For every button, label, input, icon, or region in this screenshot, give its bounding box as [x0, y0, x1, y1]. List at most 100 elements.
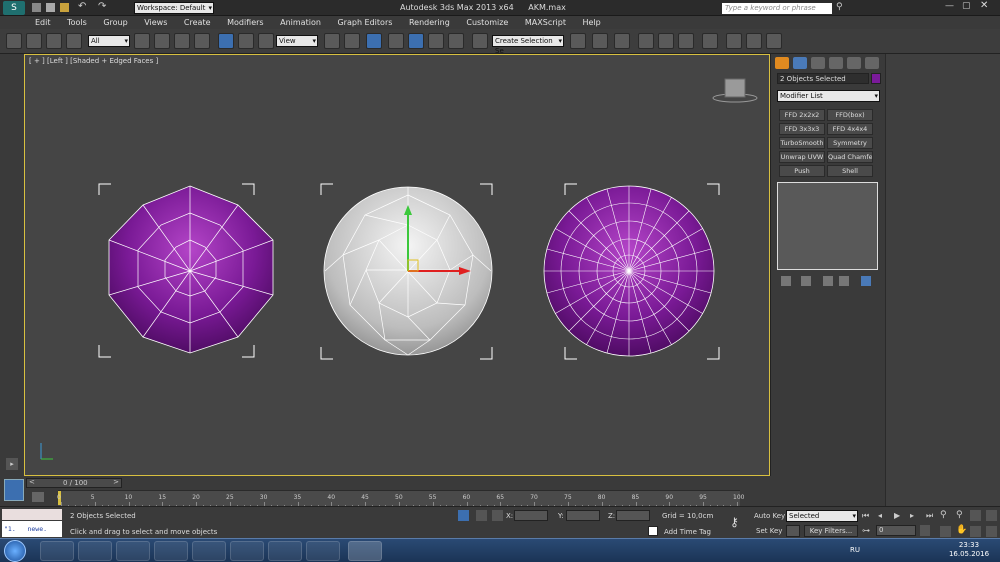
taskbar-skype-icon[interactable] — [230, 541, 264, 561]
hierarchy-tab-icon[interactable] — [811, 57, 825, 69]
menu-create[interactable]: Create — [177, 16, 218, 29]
percent-snap-icon[interactable] — [428, 33, 444, 49]
keyboard-shortcut-override-icon[interactable] — [366, 33, 382, 49]
make-unique-icon[interactable] — [823, 276, 833, 286]
viewcube-icon[interactable] — [712, 78, 758, 103]
expand-arrow-icon[interactable]: ▸ — [6, 458, 18, 470]
maximize-icon[interactable]: ▢ — [962, 1, 971, 11]
add-time-tag-text[interactable]: Add Time Tag — [664, 528, 711, 536]
edit-named-selection-icon[interactable] — [472, 33, 488, 49]
menu-customize[interactable]: Customize — [459, 16, 515, 29]
viewport-left[interactable]: [ + ] [Left ] [Shaded + Edged Faces ] — [24, 54, 770, 476]
search-icon[interactable]: ⚲ — [836, 2, 843, 12]
selection-color-swatch[interactable] — [871, 73, 881, 84]
maximize-viewport-icon[interactable] — [986, 526, 997, 537]
go-to-start-icon[interactable]: ⏮ — [862, 511, 869, 521]
field-of-view-icon[interactable] — [940, 526, 951, 537]
menu-views[interactable]: Views — [137, 16, 174, 29]
utilities-tab-icon[interactable] — [865, 57, 879, 69]
menu-help[interactable]: Help — [576, 16, 608, 29]
trackbar[interactable]: 0 5 10 15 20 25 30 35 40 45 50 55 60 65 70 75 80 85 90 95 10… — [57, 490, 744, 507]
select-and-rotate-icon[interactable] — [238, 33, 254, 49]
zoom-extents-icon[interactable] — [970, 510, 981, 521]
selected-set-dropdown[interactable]: Selected — [786, 510, 858, 522]
undo-icon[interactable]: ↶ — [78, 1, 86, 12]
previous-frame-icon[interactable]: ◂ — [878, 511, 882, 520]
modifier-ffd-box-button[interactable]: FFD(box) — [827, 109, 873, 121]
close-icon[interactable]: ✕ — [980, 0, 988, 11]
unlink-icon[interactable] — [26, 33, 42, 49]
layer-manager-icon[interactable] — [614, 33, 630, 49]
select-and-move-icon[interactable] — [218, 33, 234, 49]
isolate-selection-icon[interactable] — [458, 510, 469, 521]
key-mode-icon[interactable]: ⊶ — [862, 526, 870, 535]
graphite-ribbon-icon[interactable] — [638, 33, 654, 49]
selection-name-field[interactable]: 2 Objects Selected — [777, 73, 869, 84]
modifier-ffd-2x2x2-button[interactable]: FFD 2x2x2 — [779, 109, 825, 121]
window-crossing-icon[interactable] — [194, 33, 210, 49]
clock[interactable]: 23:33 16.05.2016 — [944, 541, 994, 559]
modifier-push-button[interactable]: Push — [779, 165, 825, 177]
modifier-stack-list[interactable] — [777, 182, 878, 270]
rectangle-selection-icon[interactable] — [174, 33, 190, 49]
menu-graph-editors[interactable]: Graph Editors — [330, 16, 399, 29]
current-frame-field[interactable]: 0 — [876, 525, 916, 536]
go-to-end-icon[interactable]: ⏭ — [926, 511, 933, 521]
set-key-icon[interactable] — [786, 525, 800, 537]
maxscript-listener[interactable]: "1. newe. — [2, 521, 62, 537]
play-icon[interactable]: ▶ — [894, 511, 900, 520]
taskbar-firefox-icon[interactable] — [192, 541, 226, 561]
y-coordinate-field[interactable] — [566, 510, 600, 521]
taskbar-explorer-icon[interactable] — [78, 541, 112, 561]
time-slider-next-icon[interactable]: > — [113, 478, 119, 486]
reference-coordinate-dropdown[interactable]: View — [276, 35, 318, 47]
configure-modifier-sets-icon[interactable] — [861, 276, 871, 286]
orbit-icon[interactable] — [970, 526, 981, 537]
pivot-center-icon[interactable] — [324, 33, 340, 49]
modifier-turbosmooth-button[interactable]: TurboSmooth — [779, 137, 825, 149]
named-selection-dropdown[interactable]: Create Selection Se — [492, 35, 564, 55]
taskbar-warcraft-icon[interactable] — [306, 541, 340, 561]
script-area-top[interactable] — [2, 509, 62, 520]
key-filters-button[interactable]: Key Filters... — [804, 525, 858, 537]
motion-tab-icon[interactable] — [829, 57, 843, 69]
new-file-icon[interactable] — [46, 3, 55, 12]
taskbar-media-player-icon[interactable] — [116, 541, 150, 561]
mirror-icon[interactable] — [570, 33, 586, 49]
redo-icon[interactable]: ↷ — [98, 1, 106, 12]
mini-listener-icon[interactable] — [4, 479, 24, 501]
set-key-button[interactable]: Set Key — [756, 527, 782, 535]
pan-icon[interactable]: ✋ — [956, 525, 967, 535]
menu-animation[interactable]: Animation — [273, 16, 328, 29]
display-tab-icon[interactable] — [847, 57, 861, 69]
schematic-view-icon[interactable] — [678, 33, 694, 49]
modifier-ffd-4x4x4-button[interactable]: FFD 4x4x4 — [827, 123, 873, 135]
selection-lock-icon[interactable] — [476, 510, 487, 521]
menu-tools[interactable]: Tools — [60, 16, 94, 29]
modifier-ffd-3x3x3-button[interactable]: FFD 3x3x3 — [779, 123, 825, 135]
menu-modifiers[interactable]: Modifiers — [220, 16, 271, 29]
menu-maxscript[interactable]: MAXScript — [518, 16, 573, 29]
x-coordinate-field[interactable] — [514, 510, 548, 521]
angle-snap-icon[interactable] — [408, 33, 424, 49]
show-end-result-icon[interactable] — [801, 276, 811, 286]
trackbar-toggle-icon[interactable] — [32, 492, 44, 502]
bind-icon[interactable] — [66, 33, 82, 49]
quick-access-icon[interactable] — [32, 3, 41, 12]
modifier-quad-chamfer-button[interactable]: Quad Chamfer — [827, 151, 873, 163]
absolute-offset-icon[interactable] — [492, 510, 503, 521]
taskbar-ie-icon[interactable] — [40, 541, 74, 561]
pin-stack-icon[interactable] — [781, 276, 791, 286]
select-object-icon[interactable] — [134, 33, 150, 49]
taskbar-app-icon[interactable] — [268, 541, 302, 561]
search-input[interactable]: Type a keyword or phrase — [722, 3, 832, 14]
select-by-name-icon[interactable] — [154, 33, 170, 49]
render-production-icon[interactable] — [766, 33, 782, 49]
time-tag-icon[interactable] — [648, 526, 658, 536]
time-slider-prev-icon[interactable]: < — [29, 478, 35, 486]
z-coordinate-field[interactable] — [616, 510, 650, 521]
auto-key-button[interactable]: Auto Key — [754, 512, 785, 520]
minimize-icon[interactable]: — — [945, 1, 954, 11]
curve-editor-icon[interactable] — [658, 33, 674, 49]
app-logo-icon[interactable]: S — [3, 1, 25, 15]
